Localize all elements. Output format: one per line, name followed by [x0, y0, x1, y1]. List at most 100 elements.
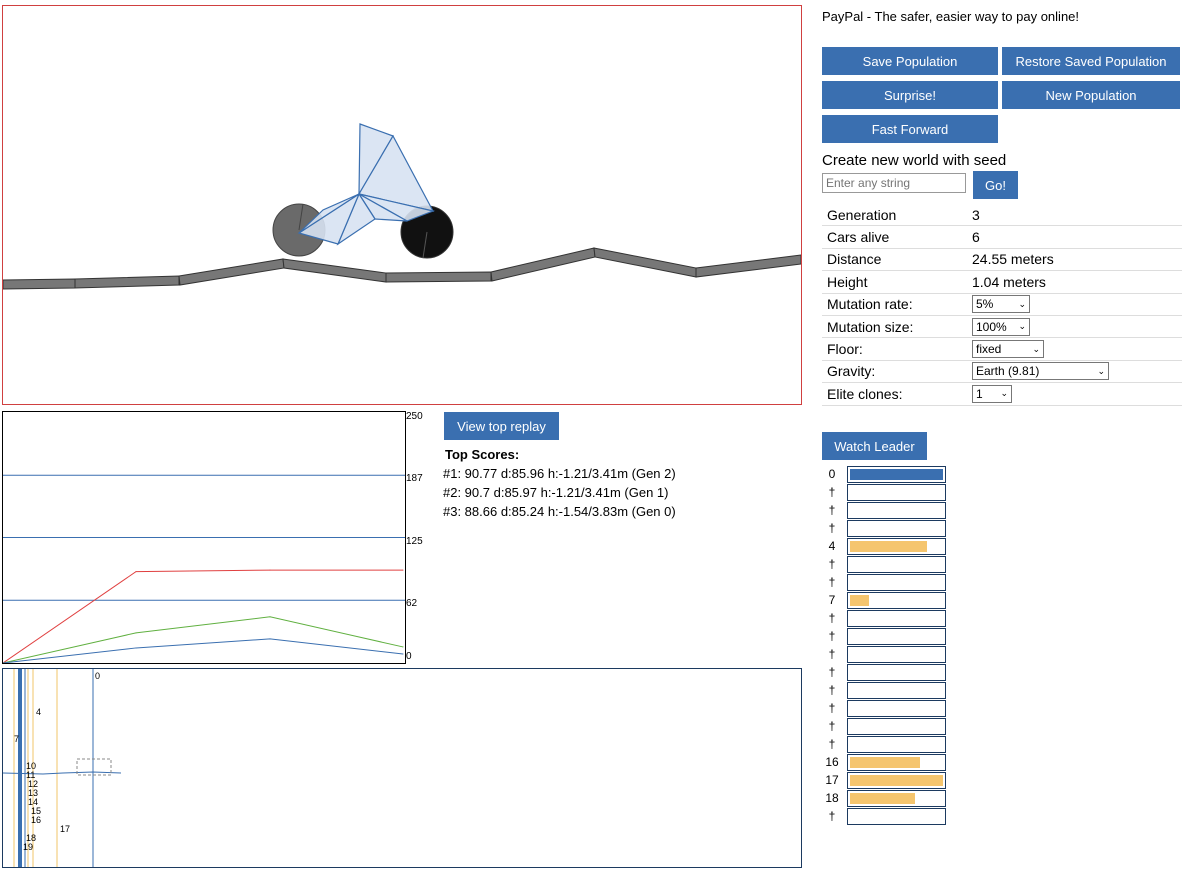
- watch-leader-button[interactable]: Watch Leader: [822, 432, 927, 460]
- car-health-row[interactable]: 7: [822, 591, 952, 609]
- chevron-down-icon: ⌄: [1097, 365, 1105, 376]
- top-scores-title: Top Scores:: [445, 447, 520, 462]
- top-score-3: #3: 88.66 d:85.24 h:-1.54/3.83m (Gen 0): [443, 504, 676, 519]
- car-health-row[interactable]: †: [822, 573, 952, 591]
- car-health-row[interactable]: †: [822, 519, 952, 537]
- car-health-row[interactable]: †: [822, 807, 952, 825]
- seed-input[interactable]: [822, 173, 966, 193]
- car-health-label: 18: [825, 791, 839, 805]
- car-health-row[interactable]: 4: [822, 537, 952, 555]
- stat-label: Generation: [822, 204, 967, 227]
- car-health-bar: [847, 664, 946, 681]
- stat-label: Height: [822, 270, 967, 294]
- select-value: 1: [976, 386, 983, 401]
- car-health-label: †: [828, 611, 836, 625]
- simulation-canvas: [2, 5, 802, 405]
- graph-tick-62: 62: [406, 598, 418, 609]
- graph-tick-0: 0: [406, 651, 412, 662]
- floor-select[interactable]: fixed ⌄: [972, 340, 1044, 359]
- graph-series-top-point: [269, 569, 271, 571]
- score-graph-plot: [2, 474, 405, 664]
- car-health-row[interactable]: †: [822, 645, 952, 663]
- top-score-1: #1: 90.77 d:85.96 h:-1.21/3.41m (Gen 2): [443, 466, 676, 481]
- stat-row-generation: Generation 3: [822, 204, 1182, 227]
- chevron-down-icon: ⌄: [1018, 298, 1026, 309]
- car-health-label: 0: [828, 467, 836, 481]
- mutation-size-select[interactable]: 100% ⌄: [972, 317, 1030, 336]
- car-health-label: †: [828, 485, 836, 499]
- car-health-row[interactable]: †: [822, 663, 952, 681]
- view-top-replay-button[interactable]: View top replay: [444, 412, 559, 440]
- car-health-row[interactable]: †: [822, 609, 952, 627]
- minimap-label: 19: [23, 842, 34, 852]
- restore-saved-population-button[interactable]: Restore Saved Population: [1002, 47, 1180, 75]
- car-health-row[interactable]: 0: [822, 465, 952, 483]
- select-value: fixed: [976, 342, 1002, 357]
- fast-forward-button[interactable]: Fast Forward: [822, 115, 998, 143]
- car-health-fill: [850, 775, 943, 786]
- minimap-tracks: [3, 669, 122, 867]
- car-health-row[interactable]: †: [822, 735, 952, 753]
- car-health-label: 7: [828, 593, 836, 607]
- stat-row-gravity: Gravity: Earth (9.81) ⌄: [822, 360, 1182, 384]
- score-graph: [2, 411, 406, 664]
- seed-label: Create new world with seed: [822, 152, 1007, 169]
- stat-row-floor: Floor: fixed ⌄: [822, 337, 1182, 361]
- go-button[interactable]: Go!: [973, 171, 1018, 199]
- car-health-bar: [847, 646, 946, 663]
- stat-value: 3: [967, 204, 1182, 227]
- car-health-bar: [847, 718, 946, 735]
- car-health-row[interactable]: †: [822, 717, 952, 735]
- minimap-label: 17: [60, 824, 71, 834]
- graph-series-bottom-point: [402, 653, 404, 655]
- stat-value: 24.55 meters: [967, 248, 1182, 272]
- stat-row-distance: Distance 24.55 meters: [822, 248, 1182, 272]
- save-population-button[interactable]: Save Population: [822, 47, 998, 75]
- car-health-row[interactable]: 16: [822, 753, 952, 771]
- stat-label: Cars alive: [822, 225, 967, 249]
- car-health-bar: [847, 592, 946, 609]
- car-health-bar: [847, 610, 946, 627]
- surprise-button[interactable]: Surprise!: [822, 81, 998, 109]
- mutation-rate-select[interactable]: 5% ⌄: [972, 295, 1030, 314]
- new-population-button[interactable]: New Population: [1002, 81, 1180, 109]
- ground-track: [2, 247, 802, 290]
- car-health-bar: [847, 628, 946, 645]
- car-health-bar: [847, 502, 946, 519]
- car-health-label: †: [828, 521, 836, 535]
- stat-value: 1.04 meters: [967, 270, 1182, 294]
- graph-tick-187: 187: [406, 473, 423, 484]
- car-health-row[interactable]: †: [822, 699, 952, 717]
- car-health-row[interactable]: †: [822, 627, 952, 645]
- car-health-fill: [850, 793, 915, 804]
- graph-series-bottom: [2, 638, 404, 664]
- car-health-row[interactable]: †: [822, 501, 952, 519]
- stat-label: Mutation rate:: [822, 293, 967, 316]
- car-health-row[interactable]: †: [822, 681, 952, 699]
- elite-clones-select[interactable]: 1 ⌄: [972, 384, 1012, 403]
- car-health-row[interactable]: 18: [822, 789, 952, 807]
- car-health-row[interactable]: †: [822, 483, 952, 501]
- car-health-bar: [847, 736, 946, 753]
- stat-label: Floor:: [822, 337, 967, 361]
- car-health-bar: [847, 808, 946, 825]
- graph-series-average-point: [402, 646, 404, 648]
- car-health-label: 4: [828, 539, 836, 553]
- car-health-bar: [847, 520, 946, 537]
- select-value: 5%: [976, 297, 994, 312]
- car-health-row[interactable]: 17: [822, 771, 952, 789]
- stat-label: Elite clones:: [822, 382, 967, 406]
- car-health-fill: [850, 469, 943, 480]
- stat-row-elite-clones: Elite clones: 1 ⌄: [822, 382, 1182, 406]
- minimap-label: 16: [31, 815, 42, 825]
- car-health-bar: [847, 790, 946, 807]
- car-health-label: †: [828, 557, 836, 571]
- paypal-link[interactable]: PayPal - The safer, easier way to pay on…: [822, 9, 1079, 24]
- graph-series-top-point: [402, 569, 404, 571]
- select-value: 100%: [976, 319, 1007, 334]
- car-health-fill: [850, 541, 927, 552]
- car-health-row[interactable]: †: [822, 555, 952, 573]
- gravity-select[interactable]: Earth (9.81) ⌄: [972, 362, 1109, 381]
- graph-series-top-point: [135, 571, 137, 573]
- minimap: 0 4 7 10 11 12 13 14 15 16 17 18 19: [2, 668, 802, 868]
